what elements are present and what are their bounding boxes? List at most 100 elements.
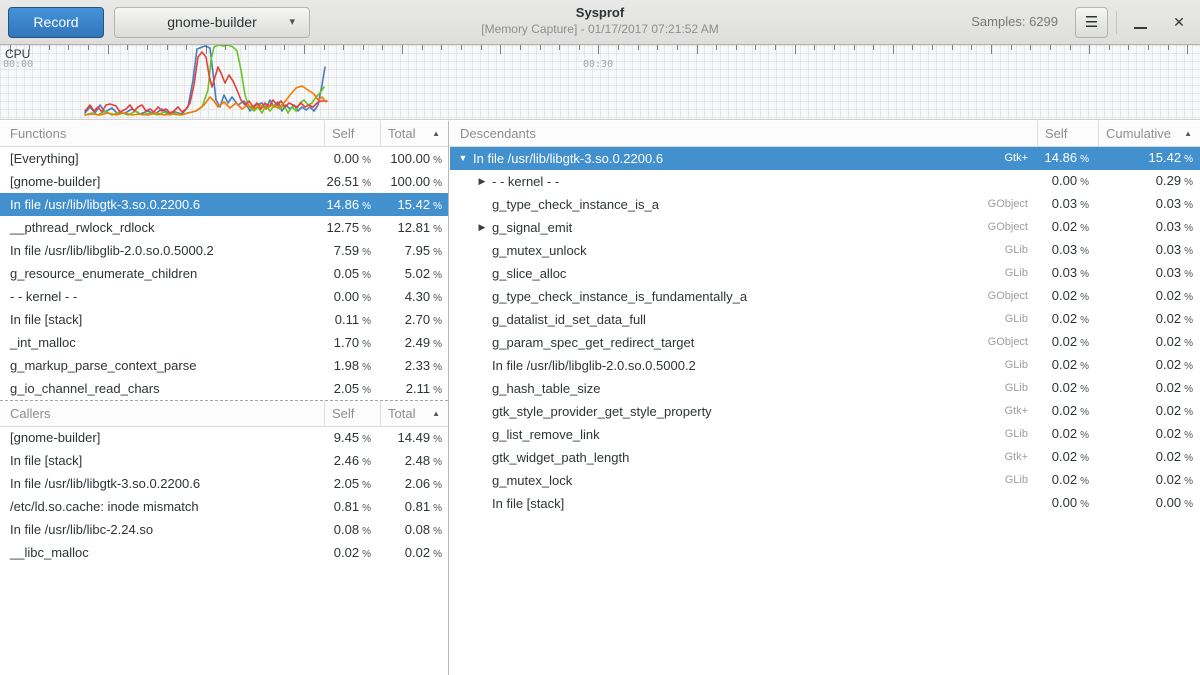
- callers-total-column-header[interactable]: Total ▲: [380, 401, 448, 426]
- functions-column-header[interactable]: Functions: [0, 121, 324, 146]
- table-row[interactable]: g_io_channel_read_chars2.05%2.11%: [0, 377, 448, 400]
- descendants-self-column-header[interactable]: Self: [1037, 121, 1098, 146]
- expander-closed-icon[interactable]: ▶: [475, 170, 489, 193]
- self-value: 7.59%: [324, 239, 380, 262]
- percent-sign: %: [1080, 453, 1089, 464]
- function-name: g_resource_enumerate_children: [0, 262, 324, 285]
- tree-row[interactable]: g_datalist_id_set_data_fullGLib0.02%0.02…: [450, 308, 1200, 331]
- table-row[interactable]: __libc_malloc0.02%0.02%: [0, 541, 448, 564]
- percent-sign: %: [362, 362, 371, 373]
- tree-row[interactable]: g_hash_table_sizeGLib0.02%0.02%: [450, 377, 1200, 400]
- ruler-tick: [618, 45, 619, 50]
- library-badge: GObject: [988, 285, 1037, 308]
- table-row[interactable]: In file /usr/lib/libglib-2.0.so.0.5000.2…: [0, 239, 448, 262]
- minimize-button[interactable]: [1130, 12, 1152, 34]
- ruler-tick: [108, 45, 109, 54]
- ruler-tick: [1187, 45, 1188, 54]
- self-value: 0.02%: [1037, 307, 1098, 332]
- cpu-graph[interactable]: CPU 00:00 00:30: [0, 45, 1200, 120]
- table-row[interactable]: __pthread_rwlock_rdlock12.75%12.81%: [0, 216, 448, 239]
- tree-row[interactable]: g_list_remove_linkGLib0.02%0.02%: [450, 423, 1200, 446]
- target-process-dropdown[interactable]: gnome-builder ▾: [114, 7, 310, 38]
- samples-count: Samples: 6299: [971, 14, 1058, 29]
- tree-row[interactable]: ▼In file /usr/lib/libgtk-3.so.0.2200.6Gt…: [450, 147, 1200, 170]
- percent-sign: %: [1184, 292, 1193, 303]
- percent-sign: %: [362, 339, 371, 350]
- table-row[interactable]: In file [stack]0.11%2.70%: [0, 308, 448, 331]
- table-row[interactable]: - - kernel - -0.00%4.30%: [0, 285, 448, 308]
- percent-sign: %: [1080, 361, 1089, 372]
- self-value: 0.02%: [1037, 445, 1098, 470]
- chevron-down-icon: ▾: [289, 8, 295, 37]
- percent-sign: %: [433, 549, 442, 560]
- percent-sign: %: [1080, 407, 1089, 418]
- functions-total-column-header[interactable]: Total ▲: [380, 121, 448, 146]
- library-badge: GLib: [1005, 354, 1037, 377]
- library-badge: GObject: [988, 216, 1037, 239]
- function-name: g_io_channel_read_chars: [0, 377, 324, 400]
- tree-row[interactable]: g_mutex_unlockGLib0.03%0.03%: [450, 239, 1200, 262]
- self-value: 0.81%: [324, 495, 380, 518]
- percent-sign: %: [433, 293, 442, 304]
- sort-ascending-icon: ▲: [432, 129, 440, 138]
- ruler-tick: [265, 45, 266, 50]
- expander-closed-icon[interactable]: ▶: [475, 216, 489, 239]
- table-row[interactable]: /etc/ld.so.cache: inode mismatch0.81%0.8…: [0, 495, 448, 518]
- table-row[interactable]: In file /usr/lib/libgtk-3.so.0.2200.62.0…: [0, 472, 448, 495]
- tree-row[interactable]: g_slice_allocGLib0.03%0.03%: [450, 262, 1200, 285]
- self-value: 0.00%: [1037, 491, 1098, 516]
- self-value: 0.02%: [1037, 284, 1098, 309]
- function-name: g_type_check_instance_is_fundamentally_a: [489, 285, 988, 308]
- ruler-tick: [716, 45, 717, 50]
- function-name: gtk_style_provider_get_style_property: [489, 400, 1004, 423]
- table-row[interactable]: In file /usr/lib/libc-2.24.so0.08%0.08%: [0, 518, 448, 541]
- tree-row[interactable]: gtk_widget_path_lengthGtk+0.02%0.02%: [450, 446, 1200, 469]
- close-button[interactable]: ✕: [1168, 11, 1190, 33]
- percent-sign: %: [362, 316, 371, 327]
- tree-row[interactable]: g_mutex_lockGLib0.02%0.02%: [450, 469, 1200, 492]
- function-name: In file /usr/lib/libglib-2.0.so.0.5000.2: [0, 239, 324, 262]
- tree-row[interactable]: ▶- - kernel - -0.00%0.29%: [450, 170, 1200, 193]
- tree-row[interactable]: g_type_check_instance_is_fundamentally_a…: [450, 285, 1200, 308]
- tree-row[interactable]: In file [stack]0.00%0.00%: [450, 492, 1200, 515]
- vertical-splitter[interactable]: [448, 121, 449, 675]
- table-row[interactable]: g_markup_parse_context_parse1.98%2.33%: [0, 354, 448, 377]
- table-row[interactable]: [Everything]0.00%100.00%: [0, 147, 448, 170]
- tree-row[interactable]: gtk_style_provider_get_style_propertyGtk…: [450, 400, 1200, 423]
- percent-sign: %: [1184, 338, 1193, 349]
- percent-sign: %: [1184, 315, 1193, 326]
- ruler-tick: [893, 45, 894, 54]
- cumulative-value: 0.02%: [1098, 445, 1200, 470]
- callers-self-column-header[interactable]: Self: [324, 401, 380, 426]
- library-badge: Gtk+: [1004, 446, 1037, 469]
- descendants-column-header[interactable]: Descendants: [450, 121, 1037, 146]
- table-row[interactable]: In file /usr/lib/libgtk-3.so.0.2200.614.…: [0, 193, 448, 216]
- table-row[interactable]: _int_malloc1.70%2.49%: [0, 331, 448, 354]
- function-name: g_mutex_unlock: [489, 239, 1005, 262]
- expander-open-icon[interactable]: ▼: [456, 147, 470, 170]
- table-row[interactable]: [gnome-builder]26.51%100.00%: [0, 170, 448, 193]
- tree-row[interactable]: g_param_spec_get_redirect_targetGObject0…: [450, 331, 1200, 354]
- descendants-cumulative-column-header[interactable]: Cumulative ▲: [1098, 121, 1200, 146]
- library-badge: GLib: [1005, 469, 1037, 492]
- percent-sign: %: [1184, 223, 1193, 234]
- function-name: In file /usr/lib/libgtk-3.so.0.2200.6: [0, 193, 324, 216]
- functions-self-column-header[interactable]: Self: [324, 121, 380, 146]
- menu-button[interactable]: ☰: [1075, 7, 1108, 38]
- cumulative-value: 0.02%: [1098, 353, 1200, 378]
- total-value: 7.95%: [380, 239, 448, 262]
- record-button[interactable]: Record: [8, 7, 104, 38]
- ruler-tick: [343, 45, 344, 50]
- tree-row[interactable]: ▶g_signal_emitGObject0.02%0.03%: [450, 216, 1200, 239]
- callers-column-header[interactable]: Callers: [0, 401, 324, 426]
- self-value: 0.03%: [1037, 192, 1098, 217]
- self-value: 0.02%: [324, 541, 380, 564]
- percent-sign: %: [1080, 476, 1089, 487]
- table-row[interactable]: [gnome-builder]9.45%14.49%: [0, 426, 448, 449]
- tree-row[interactable]: In file /usr/lib/libglib-2.0.so.0.5000.2…: [450, 354, 1200, 377]
- table-row[interactable]: In file [stack]2.46%2.48%: [0, 449, 448, 472]
- tree-row[interactable]: g_type_check_instance_is_aGObject0.03%0.…: [450, 193, 1200, 216]
- total-value: 0.08%: [380, 518, 448, 541]
- table-row[interactable]: g_resource_enumerate_children0.05%5.02%: [0, 262, 448, 285]
- self-value: 0.03%: [1037, 261, 1098, 286]
